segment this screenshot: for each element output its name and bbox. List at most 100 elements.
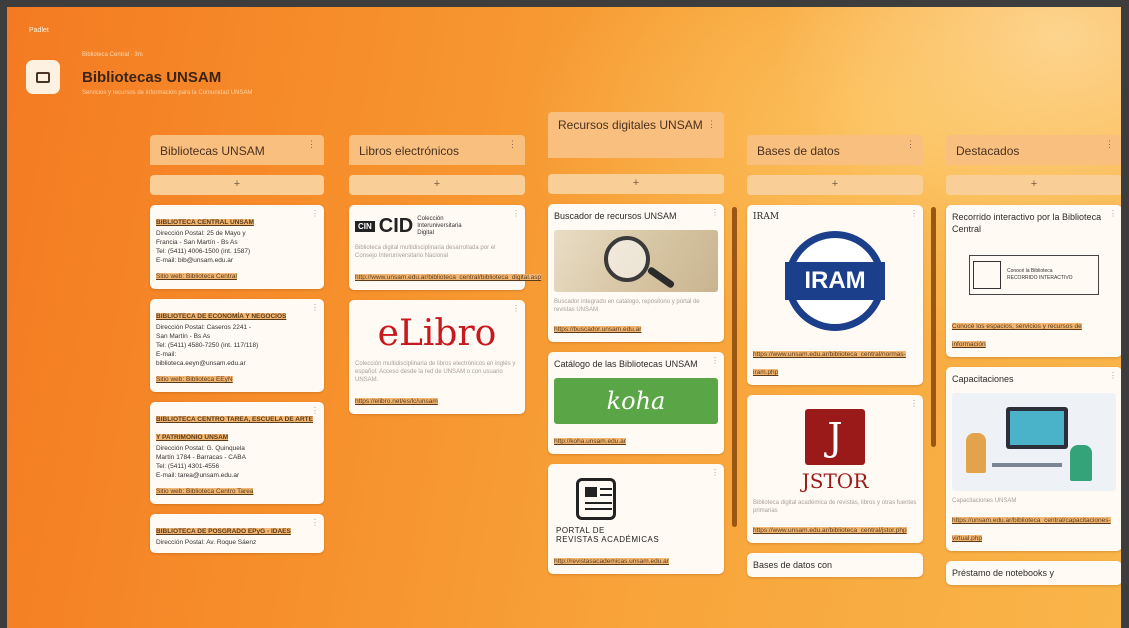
jstor-emblem-icon: J [805,409,865,465]
post-description: Capacitaciones UNSAM [952,498,1017,504]
app-label[interactable]: Padlet [29,27,49,34]
post-line: Dirección Postal: 25 de Mayo y [156,230,246,237]
column-menu-icon[interactable]: ⋮ [307,139,316,150]
post-link[interactable]: https://www.unsam.edu.ar/biblioteca_cent… [753,527,907,534]
cin-badge: CIN [355,221,375,232]
post-menu-icon[interactable]: ⋮ [910,209,918,218]
post-menu-icon[interactable]: ⋮ [512,209,520,218]
column-bibliotecas: Bibliotecas UNSAM ⋮ + ⋮ BIBLIOTECA CENTR… [150,135,324,553]
column-scrollbar[interactable] [931,207,936,447]
post-line: Dirección Postal: Caseros 2241 - [156,324,252,331]
column-bases: Bases de datos ⋮ + ⋮ IRAM IRAM https://w… [747,135,923,577]
padlet-board: Padlet Biblioteca Central · 3m Bibliotec… [7,7,1121,628]
training-illustration [952,393,1116,491]
koha-wordmark: koha [606,387,666,415]
breadcrumb: Biblioteca Central · 3m [82,52,143,58]
post-link[interactable]: http://koha.unsam.edu.ar [554,438,626,445]
post-menu-icon[interactable]: ⋮ [711,208,719,217]
post-menu-icon[interactable]: ⋮ [1109,209,1117,218]
post-line: San Martín - Bs As [156,333,211,340]
post-link[interactable]: https://www.unsam.edu.ar/biblioteca_cent… [753,351,906,376]
post-card[interactable]: ⋮ BIBLIOTECA DE ECONOMÍA Y NEGOCIOS Dire… [150,299,324,392]
board-icon[interactable] [26,60,60,94]
post-card[interactable]: Bases de datos con [747,553,923,577]
post-line: Dirección Postal: Av. Roque Sáenz [156,539,257,546]
post-link[interactable]: Sitio web: Biblioteca Centro Tarea [156,488,254,495]
post-menu-icon[interactable]: ⋮ [1109,371,1117,380]
post-link[interactable]: Sitio web: Biblioteca EEyN [156,376,233,383]
post-description: Biblioteca digital multidisciplinaria de… [355,245,496,259]
post-card[interactable]: ⋮ IRAM IRAM https://www.unsam.edu.ar/bib… [747,205,923,385]
post-menu-icon[interactable]: ⋮ [311,303,319,312]
post-card[interactable]: Préstamo de notebooks y [946,561,1121,585]
post-title: Recorrido interactivo por la Biblioteca … [952,212,1102,234]
jstor-wordmark: JSTOR [801,469,869,493]
post-line: Martín 1784 - Barracas - CABA [156,454,246,461]
post-link[interactable]: https://elibro.net/es/lc/unsam [355,398,438,405]
post-menu-icon[interactable]: ⋮ [512,304,520,313]
cid-logo: CIN CID Colección Interuniversitaria Dig… [355,215,519,238]
add-post-button[interactable]: + [349,175,525,195]
post-link[interactable]: http://revistasacademicas.unsam.edu.ar [554,558,669,565]
column-scrollbar[interactable] [732,207,737,527]
post-title: Bases de datos con [753,560,833,570]
post-card[interactable]: ⋮ Capacitaciones Capacitaciones UNSAM ht… [946,367,1121,551]
post-line: E-mail: [156,351,177,358]
column-menu-icon[interactable]: ⋮ [1105,139,1114,150]
post-description: Biblioteca digital académica de revistas… [753,500,917,514]
add-post-button[interactable]: + [548,174,724,194]
post-link[interactable]: http://www.unsam.edu.ar/biblioteca_centr… [355,274,542,281]
column-header: Recursos digitales UNSAM ⋮ [548,112,724,158]
column-title: Recursos digitales UNSAM [558,118,703,132]
post-card[interactable]: ⋮ BIBLIOTECA CENTRAL UNSAM Dirección Pos… [150,205,324,289]
add-post-button[interactable]: + [946,175,1121,195]
post-card[interactable]: ⋮ BIBLIOTECA DE POSGRADO EPyG - IDAES Di… [150,514,324,553]
column-menu-icon[interactable]: ⋮ [906,139,915,150]
post-menu-icon[interactable]: ⋮ [311,209,319,218]
column-menu-icon[interactable]: ⋮ [508,139,517,150]
post-line: Tel: (5411) 4301-4556 [156,463,220,470]
post-line: E-mail: tarea@unsam.edu.ar [156,472,240,479]
post-link[interactable]: Conocé los espacios, servicios y recurso… [952,323,1082,348]
recorrido-line-2: RECORRIDO INTERACTIVO [1007,275,1073,281]
post-card[interactable]: ⋮ J JSTOR Biblioteca digital académica d… [747,395,923,543]
column-libros: Libros electrónicos ⋮ + ⋮ CIN CID Colecc… [349,135,542,414]
post-title: Capacitaciones [952,374,1014,384]
post-card[interactable]: ⋮ eLibro Colección multidisciplinaria de… [349,300,525,414]
post-line: Francia - San Martín - Bs As [156,239,238,246]
board-frame-icon [36,71,50,83]
post-card[interactable]: ⋮ BIBLIOTECA CENTRO TAREA, ESCUELA DE AR… [150,402,324,504]
post-menu-icon[interactable]: ⋮ [711,468,719,477]
post-menu-icon[interactable]: ⋮ [311,518,319,527]
post-card[interactable]: ⋮ CIN CID Colección Interuniversitaria D… [349,205,542,290]
koha-logo: koha [554,378,718,424]
iram-logo: IRAM [785,231,885,331]
post-description: Buscador integrado en catálogo, reposito… [554,299,700,313]
column-menu-icon[interactable]: ⋮ [707,116,716,133]
post-card[interactable]: ⋮ PORTAL DE REVISTAS ACADÉMICAS http://r… [548,464,724,574]
add-post-button[interactable]: + [150,175,324,195]
column-header: Bases de datos ⋮ [747,135,923,165]
post-menu-icon[interactable]: ⋮ [311,406,319,415]
column-destacados: Destacados ⋮ + ⋮ Recorrido interactivo p… [946,135,1121,585]
post-link[interactable]: https://unsam.edu.ar/biblioteca_central/… [952,517,1111,542]
post-link[interactable]: https://buscador.unsam.edu.ar [554,326,642,333]
newspaper-icon [576,478,616,520]
post-card[interactable]: ⋮ Recorrido interactivo por la Bibliotec… [946,205,1121,357]
cid-caption: Colección Interuniversitaria Digital [417,216,462,236]
post-link[interactable]: Sitio web: Biblioteca Central [156,273,237,280]
post-card[interactable]: ⋮ Buscador de recursos UNSAM Buscador in… [548,204,724,342]
post-menu-icon[interactable]: ⋮ [910,399,918,408]
elibro-logo: eLibro [377,313,497,354]
column-header: Libros electrónicos ⋮ [349,135,525,165]
post-card[interactable]: ⋮ Catálogo de las Bibliotecas UNSAM koha… [548,352,724,454]
column-title: Libros electrónicos [359,144,460,158]
post-title: Buscador de recursos UNSAM [554,211,677,221]
column-title: Bases de datos [757,144,840,158]
portal-line-1: PORTAL DE [556,526,605,535]
post-menu-icon[interactable]: ⋮ [711,356,719,365]
cid-wordmark: CID [378,215,414,237]
portal-line-2: REVISTAS ACADÉMICAS [556,535,660,544]
post-description: Colección multidisciplinaria de libros e… [355,361,516,383]
add-post-button[interactable]: + [747,175,923,195]
